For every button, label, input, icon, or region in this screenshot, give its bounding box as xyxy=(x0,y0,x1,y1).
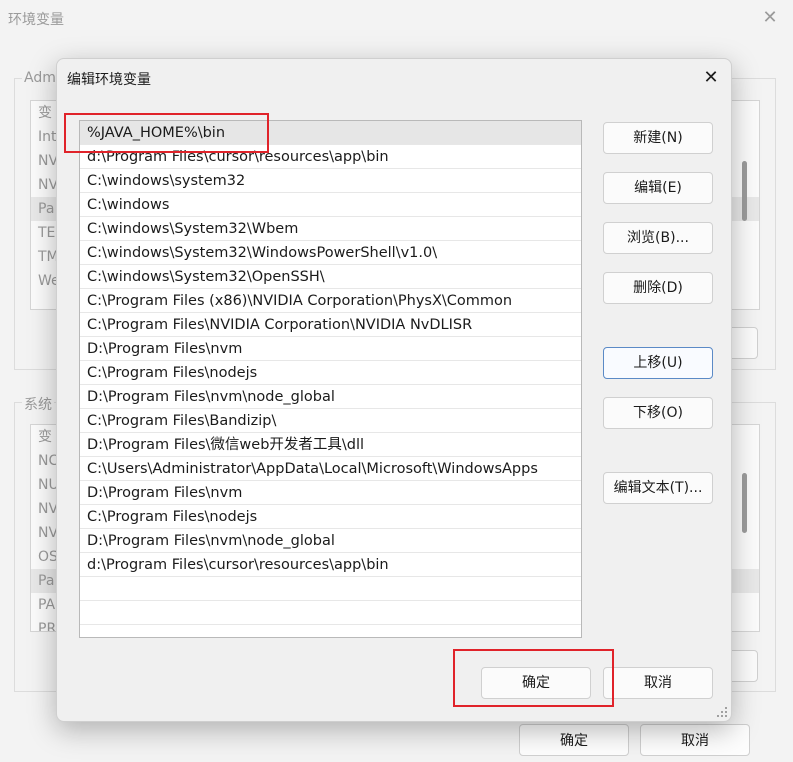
close-icon[interactable]: ✕ xyxy=(700,67,722,89)
resize-grip-icon[interactable] xyxy=(717,707,727,717)
path-entry[interactable]: C:\windows\System32\OpenSSH\ xyxy=(80,265,581,289)
path-entry[interactable]: C:\Users\Administrator\AppData\Local\Mic… xyxy=(80,457,581,481)
path-list[interactable]: %JAVA_HOME%\bin d:\Program Files\cursor\r… xyxy=(79,120,582,638)
bg-window-title: 环境变量 xyxy=(8,12,64,28)
path-entry[interactable]: C:\windows xyxy=(80,193,581,217)
path-entry[interactable]: C:\windows\System32\WindowsPowerShell\v1… xyxy=(80,241,581,265)
path-entry[interactable]: D:\Program Files\nvm xyxy=(80,337,581,361)
move-up-button[interactable]: 上移(U) xyxy=(603,347,713,379)
path-entry[interactable]: C:\Program Files\nodejs xyxy=(80,505,581,529)
edit-environment-variable-dialog: 编辑环境变量 ✕ %JAVA_HOME%\bin d:\Program Files… xyxy=(56,58,732,722)
new-button[interactable]: 新建(N) xyxy=(603,122,713,154)
bg-ok-button[interactable]: 确定 xyxy=(519,724,629,756)
delete-button[interactable]: 删除(D) xyxy=(603,272,713,304)
path-entry[interactable] xyxy=(80,601,581,625)
path-entry[interactable]: d:\Program Files\cursor\resources\app\bi… xyxy=(80,145,581,169)
path-entry[interactable]: C:\windows\system32 xyxy=(80,169,581,193)
system-variables-scrollbar[interactable] xyxy=(742,473,747,533)
path-entry[interactable]: D:\Program Files\nvm xyxy=(80,481,581,505)
path-entry[interactable]: C:\Program Files\NVIDIA Corporation\NVID… xyxy=(80,313,581,337)
user-variables-scrollbar[interactable] xyxy=(742,161,747,221)
dialog-titlebar: 编辑环境变量 ✕ xyxy=(57,59,731,93)
edit-button[interactable]: 编辑(E) xyxy=(603,172,713,204)
ok-button[interactable]: 确定 xyxy=(481,667,591,699)
path-entry[interactable] xyxy=(80,577,581,601)
system-variables-label: 系统 xyxy=(22,394,54,414)
path-entry[interactable]: C:\windows\System32\Wbem xyxy=(80,217,581,241)
move-down-button[interactable]: 下移(O) xyxy=(603,397,713,429)
path-entry[interactable]: d:\Program Files\cursor\resources\app\bi… xyxy=(80,553,581,577)
path-entry[interactable]: D:\Program Files\nvm\node_global xyxy=(80,385,581,409)
dialog-title: 编辑环境变量 xyxy=(67,72,151,88)
path-entry[interactable]: C:\Program Files (x86)\NVIDIA Corporatio… xyxy=(80,289,581,313)
bg-close-icon[interactable]: ✕ xyxy=(760,8,780,28)
cancel-button[interactable]: 取消 xyxy=(603,667,713,699)
path-entry[interactable]: C:\Program Files\nodejs xyxy=(80,361,581,385)
user-variables-label: Adm xyxy=(22,70,58,86)
path-entry[interactable]: D:\Program Files\nvm\node_global xyxy=(80,529,581,553)
bg-cancel-button[interactable]: 取消 xyxy=(640,724,750,756)
path-entry[interactable]: C:\Program Files\Bandizip\ xyxy=(80,409,581,433)
browse-button[interactable]: 浏览(B)... xyxy=(603,222,713,254)
path-entry[interactable]: %JAVA_HOME%\bin xyxy=(80,121,581,145)
edit-text-button[interactable]: 编辑文本(T)... xyxy=(603,472,713,504)
path-entry[interactable]: D:\Program Files\微信web开发者工具\dll xyxy=(80,433,581,457)
